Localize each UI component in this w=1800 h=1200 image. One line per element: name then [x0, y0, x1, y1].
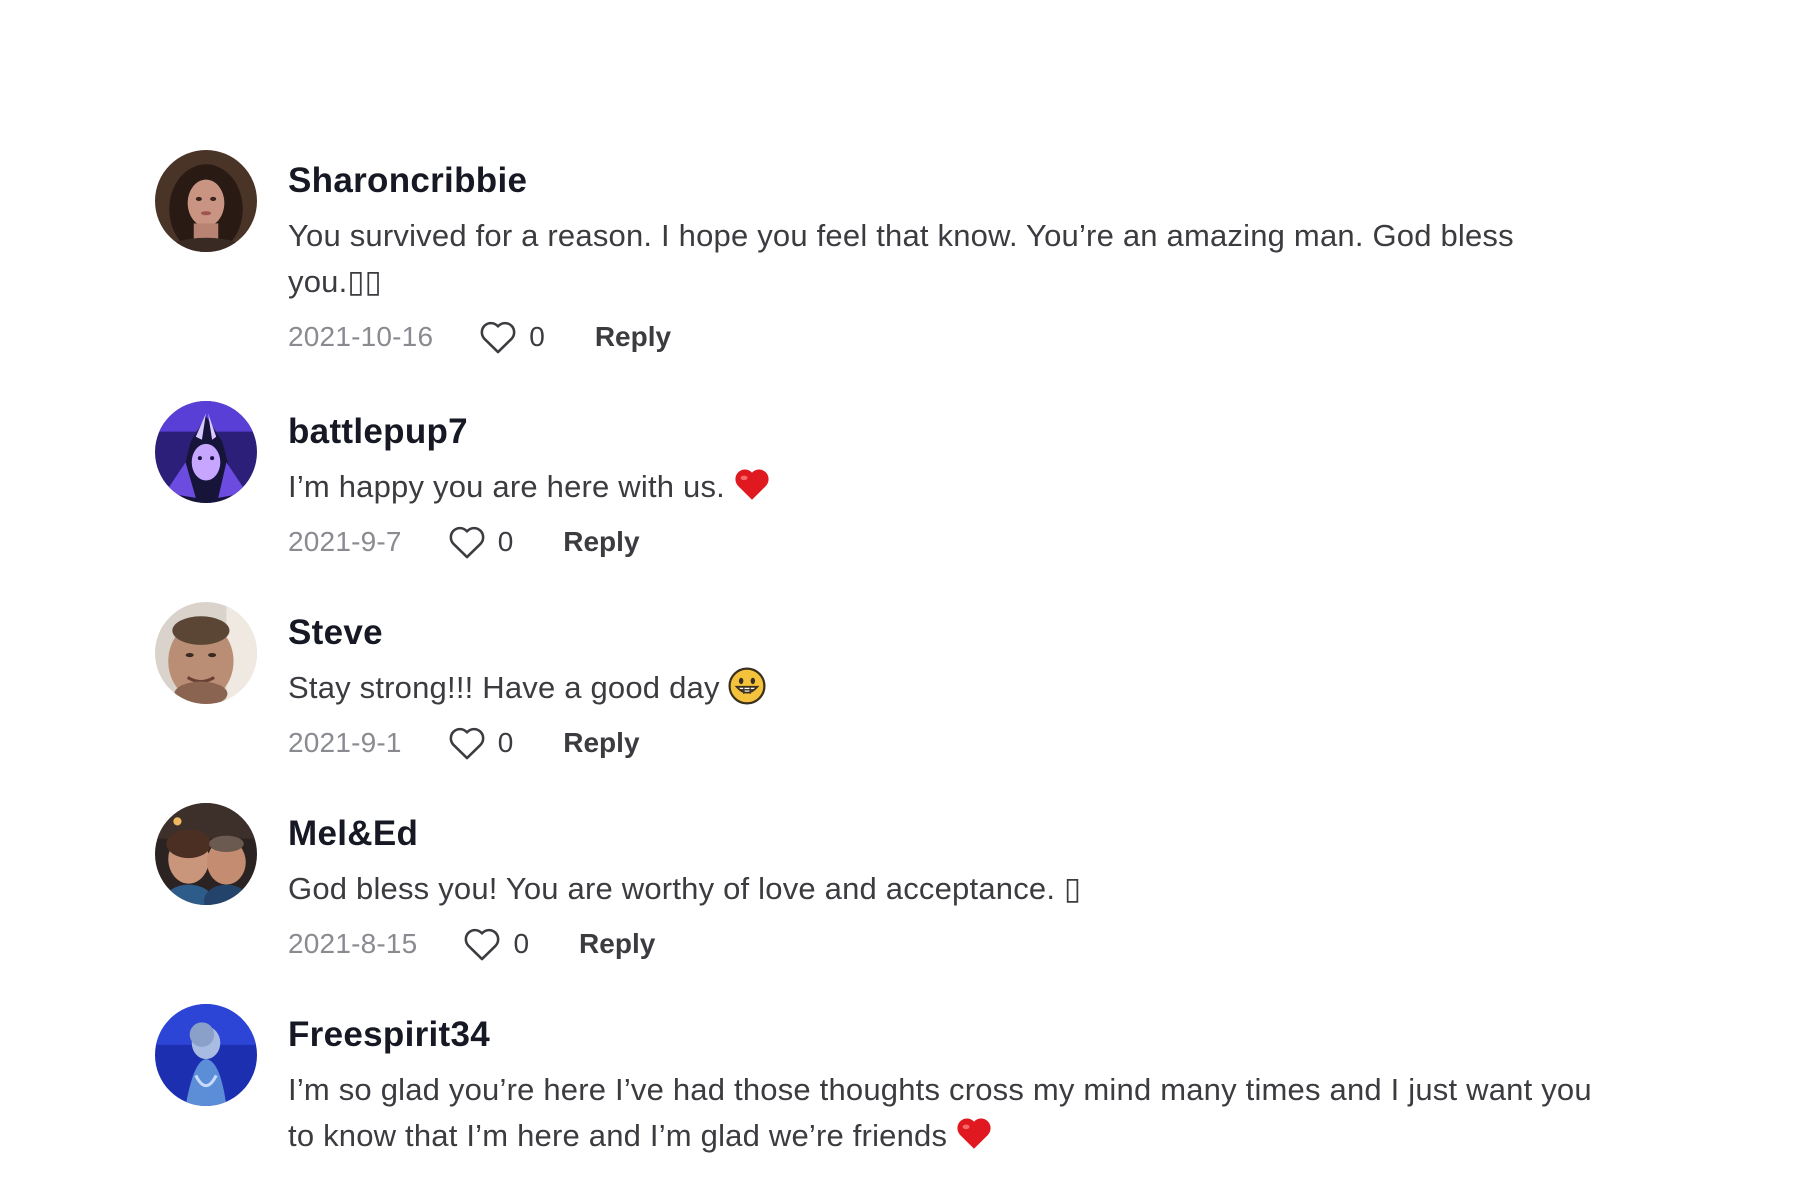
like-count: 0 [497, 526, 514, 557]
comment-text: I’m so glad you’re here I’ve had those t… [288, 1067, 1608, 1159]
anime-character-avatar-icon [155, 401, 257, 503]
reply-button[interactable]: Reply [563, 526, 639, 558]
red-heart-icon [955, 1115, 993, 1153]
heart-outline-icon [449, 526, 485, 559]
grinning-face-icon [728, 667, 766, 705]
reply-button[interactable]: Reply [579, 928, 655, 960]
couple-selfie-avatar-icon [155, 803, 257, 905]
comment-text: You survived for a reason. I hope you fe… [288, 218, 1514, 299]
comment-item: battlepup7 I’m happy you are here with u… [155, 401, 1655, 564]
avatar[interactable] [155, 803, 257, 905]
comment-meta: 2021-10-16 0 Reply [288, 315, 1655, 359]
username[interactable]: battlepup7 [288, 414, 1655, 450]
comment-text: God bless you! You are worthy of love an… [288, 871, 1082, 906]
avatar[interactable] [155, 401, 257, 503]
woman-portrait-avatar-icon [155, 150, 257, 252]
comment-date: 2021-10-16 [288, 321, 434, 352]
like-button[interactable]: 0 [479, 319, 545, 355]
comment-item: Sharoncribbie You survived for a reason.… [155, 150, 1655, 359]
comment-item: Steve Stay strong!!! Have a good day 202… [155, 602, 1655, 765]
comment-date: 2021-8-15 [288, 928, 418, 959]
comment-text-content: I’m happy you are here with us. [288, 469, 725, 504]
avatar[interactable] [155, 150, 257, 252]
red-heart-icon [733, 466, 771, 504]
avatar[interactable] [155, 1004, 257, 1106]
comment-item: Mel&Ed God bless you! You are worthy of … [155, 803, 1655, 966]
heart-outline-icon [465, 928, 500, 961]
comment-text-content: Stay strong!!! Have a good day [288, 670, 720, 705]
username[interactable]: Mel&Ed [288, 816, 1655, 852]
comment-text: Stay strong!!! Have a good day [288, 665, 1608, 711]
like-count: 0 [513, 928, 530, 959]
username[interactable]: Sharoncribbie [288, 163, 1655, 199]
comment-item: Freespirit34 I’m so glad you’re here I’v… [155, 1004, 1655, 1159]
like-count: 0 [529, 321, 545, 352]
comment-meta: 2021-9-7 0 Reply [288, 520, 1655, 564]
comment-meta: 2021-9-1 0 Reply [288, 721, 1655, 765]
comment-text: I’m happy you are here with us. [288, 464, 1608, 510]
comment-date: 2021-9-7 [288, 526, 402, 557]
comment-list: Sharoncribbie You survived for a reason.… [155, 150, 1655, 1159]
username[interactable]: Freespirit34 [288, 1017, 1655, 1053]
comment-date: 2021-9-1 [288, 727, 402, 758]
like-button[interactable]: 0 [463, 926, 529, 962]
comment-text-content: I’m so glad you’re here I’ve had those t… [288, 1072, 1592, 1153]
username[interactable]: Steve [288, 615, 1655, 651]
reply-button[interactable]: Reply [595, 321, 671, 353]
like-button[interactable]: 0 [448, 524, 514, 560]
heart-outline-icon [449, 727, 485, 760]
blue-photo-avatar-icon [155, 1004, 257, 1106]
like-count: 0 [497, 727, 514, 758]
heart-outline-icon [480, 321, 516, 354]
comment-meta: 2021-8-15 0 Reply [288, 922, 1655, 966]
avatar[interactable] [155, 602, 257, 704]
like-button[interactable]: 0 [448, 725, 514, 761]
man-selfie-avatar-icon [155, 602, 257, 704]
reply-button[interactable]: Reply [563, 727, 639, 759]
